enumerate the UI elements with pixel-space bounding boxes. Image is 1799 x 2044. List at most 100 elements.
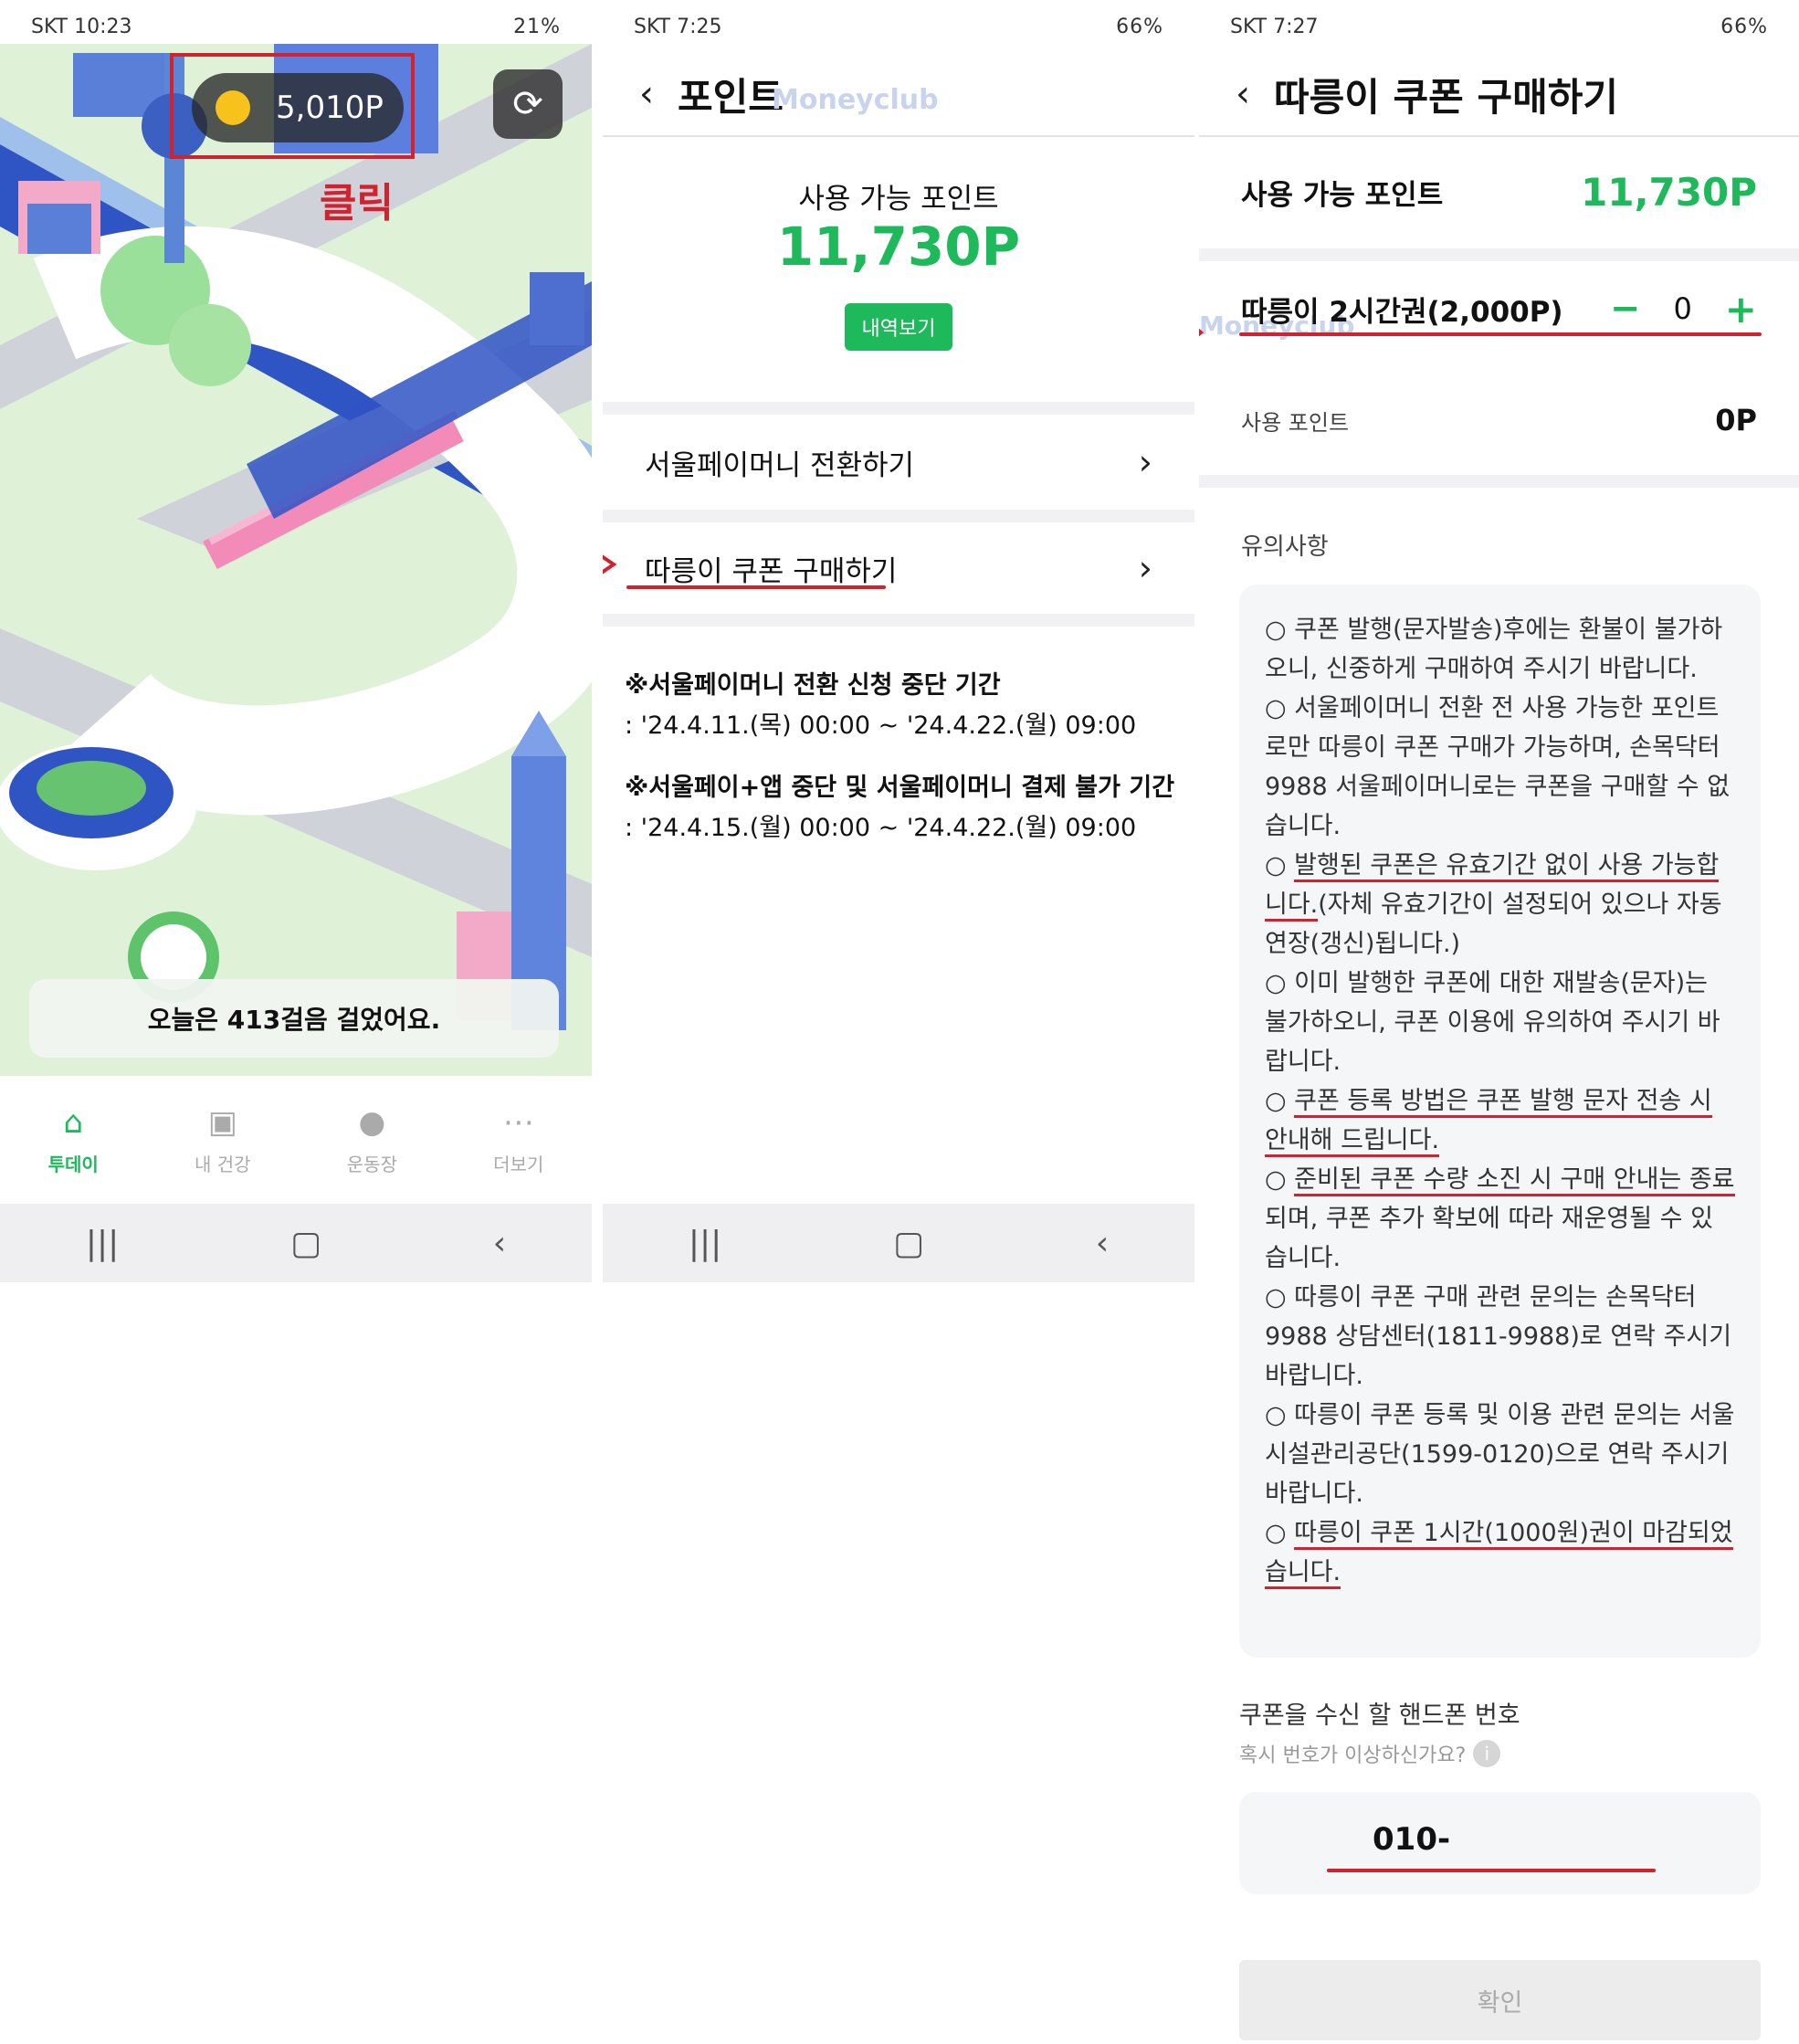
notice-item: ○ 따릉이 쿠폰 1시간(1000원)권이 마감되었습니다.: [1265, 1513, 1735, 1592]
tab-my-health[interactable]: ▣ 내 건강: [195, 1104, 251, 1176]
status-battery: 66%: [1720, 15, 1768, 38]
notice-convert-period: : '24.4.11.(목) 00:00 ~ '24.4.22.(월) 09:0…: [625, 711, 1137, 740]
points-screen: SKT 7:25 66% ‹ 포인트 Moneyclub 사용 가능 포인트 1…: [603, 0, 1194, 2044]
phone-hint: 혹시 번호가 이상하신가요?: [1239, 1744, 1467, 1767]
tab-more-label: 더보기: [493, 1153, 544, 1175]
menu-bike-coupon[interactable]: 따릉이 쿠폰 구매하기 ›: [603, 522, 1194, 614]
red-arrow-annotation: [1199, 328, 1205, 337]
bike-coupon-purchase-screen: SKT 7:27 66% ‹ 따릉이 쿠폰 구매하기 사용 가능 포인트 11,…: [1199, 0, 1799, 2044]
tab-more[interactable]: ⋯ 더보기: [493, 1104, 543, 1176]
status-carrier-time: SKT 7:25: [634, 15, 722, 38]
used-points-label: 사용 포인트: [1241, 409, 1350, 436]
notice-box: ○ 쿠폰 발행(문자발송)후에는 환불이 불가하오니, 신중하게 구매하여 주시…: [1239, 585, 1761, 1658]
chevron-right-icon: ›: [1138, 442, 1152, 482]
steps-text: 오늘은 413걸음 걸었어요.: [147, 1005, 441, 1035]
click-annotation: 클릭: [320, 180, 394, 227]
status-bar: SKT 7:27 66%: [1199, 0, 1799, 53]
used-points-value: 0P: [1715, 403, 1757, 437]
available-points-label: 사용 가능 포인트: [798, 183, 999, 216]
used-points-row: 사용 포인트 0P: [1199, 374, 1799, 466]
info-icon: i: [1473, 1740, 1501, 1767]
bottom-tab-bar: ⌂ 투데이 ▣ 내 건강 ● 운동장 ⋯ 더보기: [0, 1076, 592, 1204]
phone-value: 010-: [1373, 1821, 1451, 1858]
history-button[interactable]: 내역보기: [845, 303, 952, 351]
notice-item: ○ 발행된 쿠폰은 유효기간 없이 사용 가능합니다.(자체 유효기간이 설정되…: [1265, 846, 1735, 964]
back-icon[interactable]: ‹: [639, 73, 654, 115]
home-nav-icon[interactable]: ▢: [893, 1225, 924, 1262]
status-carrier-time: SKT 7:27: [1230, 15, 1319, 38]
tab-my-health-label: 내 건강: [195, 1153, 251, 1175]
refresh-icon: ⟳: [512, 83, 543, 125]
chat-icon: ●: [358, 1103, 386, 1141]
home-nav-icon[interactable]: ▢: [290, 1225, 321, 1262]
app-home-screen: SKT 10:23 21% 5,010P 클릭 ⟳ 오늘은 413걸음 걸었어요…: [0, 0, 592, 2044]
status-carrier-time: SKT 10:23: [31, 15, 132, 38]
tab-today-label: 투데이: [47, 1153, 99, 1175]
confirm-button[interactable]: 확인: [1239, 1960, 1761, 2040]
back-icon[interactable]: ‹: [1236, 73, 1250, 115]
notice-convert-title: ※서울페이머니 전환 신청 중단 기간: [625, 671, 1001, 700]
minus-button[interactable]: −: [1610, 288, 1641, 330]
menu-seoulpay-convert-label: 서울페이머니 전환하기: [645, 448, 915, 482]
back-nav-icon[interactable]: ‹: [1096, 1225, 1109, 1262]
notice-item: ○ 따릉이 쿠폰 구매 관련 문의는 손목닥터9988 상담센터(1811-99…: [1265, 1283, 1732, 1390]
underline-annotation: [1239, 332, 1762, 336]
back-nav-icon[interactable]: ‹: [493, 1225, 506, 1262]
phone-input[interactable]: 010-: [1239, 1792, 1761, 1894]
notice-item: ○ 쿠폰 발행(문자발송)후에는 환불이 불가하오니, 신중하게 구매하여 주시…: [1265, 616, 1723, 683]
notice-text: 되며, 쿠폰 추가 확보에 따라 재운영될 수 있습니다.: [1265, 1205, 1713, 1272]
watermark: Moneyclub: [772, 84, 939, 116]
header: ‹ 따릉이 쿠폰 구매하기: [1199, 53, 1799, 137]
highlighted-text: 따릉이 쿠폰 1시간(1000원)권이 마감되었습니다.: [1265, 1519, 1733, 1589]
ticket-label: 따릉이 2시간권(2,000P): [1241, 295, 1563, 329]
system-nav-bar: ||| ▢ ‹: [603, 1204, 1194, 1282]
recent-apps-icon[interactable]: |||: [86, 1225, 119, 1262]
menu-seoulpay-convert[interactable]: 서울페이머니 전환하기 ›: [603, 415, 1194, 510]
notice-item: ○ 쿠폰 등록 방법은 쿠폰 발행 문자 전송 시 안내해 드립니다.: [1265, 1081, 1735, 1160]
system-nav-bar: ||| ▢ ‹: [0, 1204, 592, 1282]
notice-item: ○ 이미 발행한 쿠폰에 대한 재발송(문자)는 불가하오니, 쿠폰 이용에 유…: [1265, 969, 1720, 1076]
phone-label: 쿠폰을 수신 할 핸드폰 번호: [1239, 1702, 1520, 1730]
more-icon: ⋯: [502, 1103, 534, 1141]
status-battery: 21%: [513, 15, 561, 38]
tab-playground[interactable]: ● 운동장: [347, 1104, 397, 1176]
red-arrow-annotation: [603, 554, 617, 574]
page-title: 포인트: [678, 74, 784, 120]
bullet: ○: [1265, 1519, 1295, 1547]
health-icon: ▣: [207, 1103, 237, 1141]
highlighted-text: 쿠폰 등록 방법은 쿠폰 발행 문자 전송 시 안내해 드립니다.: [1265, 1087, 1712, 1157]
available-points-row: 사용 가능 포인트 11,730P: [1199, 146, 1799, 237]
phone-hint-row[interactable]: 혹시 번호가 이상하신가요? i: [1239, 1739, 1501, 1768]
status-battery: 66%: [1116, 15, 1163, 38]
notice-pay-title: ※서울페이+앱 중단 및 서울페이머니 결제 불가 기간: [625, 774, 1175, 802]
city-map-illustration: [0, 44, 592, 1076]
bullet: ○: [1265, 851, 1295, 880]
notice-item: ○ 서울페이머니 전환 전 사용 가능한 포인트로만 따릉이 쿠폰 구매가 가능…: [1265, 694, 1731, 840]
tab-today[interactable]: ⌂ 투데이: [48, 1104, 99, 1176]
notice-pay-period: : '24.4.15.(월) 00:00 ~ '24.4.22.(월) 09:0…: [625, 814, 1137, 842]
page-title: 따릉이 쿠폰 구매하기: [1274, 74, 1619, 120]
steps-message: 오늘은 413걸음 걸었어요.: [29, 979, 559, 1058]
underline-annotation: [626, 585, 886, 589]
available-points-label: 사용 가능 포인트: [1241, 178, 1444, 212]
highlighted-text: 준비된 쿠폰 수량 소진 시 구매 안내는 종료: [1294, 1165, 1735, 1196]
underline-annotation: [1327, 1869, 1656, 1872]
available-points-value: 11,730P: [1581, 169, 1757, 215]
quantity-value: 0: [1673, 291, 1692, 326]
home-icon: ⌂: [63, 1103, 83, 1141]
notice-title: 유의사항: [1241, 533, 1329, 561]
ticket-row: 따릉이 2시간권(2,000P) − 0 +: [1199, 265, 1799, 353]
recent-apps-icon[interactable]: |||: [689, 1225, 721, 1262]
available-points-value: 11,730P: [776, 216, 1021, 278]
notice-text: (자체 유효기간이 설정되어 있으나 자동 연장(갱신)됩니다.): [1265, 890, 1722, 958]
points-highlight-box: [170, 53, 415, 159]
bullet: ○: [1265, 1165, 1295, 1194]
bullet: ○: [1265, 1087, 1295, 1115]
refresh-button[interactable]: ⟳: [493, 69, 563, 139]
notice-item: ○ 따릉이 쿠폰 등록 및 이용 관련 문의는 서울시설관리공단(1599-01…: [1265, 1401, 1735, 1508]
notice-item: ○ 준비된 쿠폰 수량 소진 시 구매 안내는 종료되며, 쿠폰 추가 확보에 …: [1265, 1160, 1735, 1278]
status-bar: SKT 7:25 66%: [603, 0, 1194, 53]
tab-playground-label: 운동장: [346, 1153, 397, 1175]
plus-button[interactable]: +: [1725, 287, 1757, 332]
menu-bike-coupon-label: 따릉이 쿠폰 구매하기: [645, 554, 898, 588]
